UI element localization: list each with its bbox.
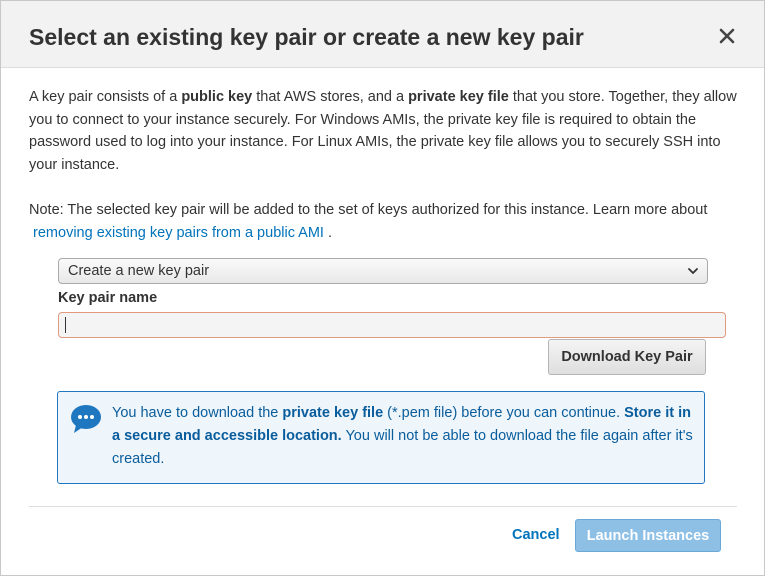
- close-icon[interactable]: [716, 25, 738, 47]
- footer-divider: [29, 506, 737, 507]
- intro-bold-private-key: private key file: [408, 89, 509, 105]
- info-text-part: You have to download the: [112, 405, 283, 421]
- chat-bubble-icon: [71, 405, 101, 433]
- dialog-header: Select an existing key pair or create a …: [1, 1, 764, 68]
- key-pair-dialog: Select an existing key pair or create a …: [0, 0, 765, 576]
- info-alert: You have to download the private key fil…: [57, 391, 705, 484]
- note-text: Note: The selected key pair will be adde…: [29, 202, 708, 218]
- note-end: .: [327, 225, 333, 241]
- remove-key-pairs-link[interactable]: removing existing key pairs from a publi…: [33, 225, 324, 241]
- text-caret: [65, 317, 66, 333]
- intro-bold-public-key: public key: [181, 89, 253, 105]
- key-pair-action-select[interactable]: Create a new key pair: [58, 258, 708, 284]
- launch-instances-button[interactable]: Launch Instances: [575, 519, 721, 552]
- info-text-part: (*.pem file) before you can continue.: [383, 405, 625, 421]
- key-pair-name-input[interactable]: [58, 312, 726, 338]
- info-text: You have to download the private key fil…: [112, 402, 700, 471]
- key-pair-name-label: Key pair name: [58, 290, 158, 306]
- intro-text: that AWS stores, and a: [252, 89, 409, 105]
- select-value: Create a new key pair: [68, 263, 210, 279]
- intro-paragraph: A key pair consists of a public key that…: [29, 86, 739, 176]
- info-bold-private-key: private key file: [282, 405, 384, 421]
- note-paragraph: Note: The selected key pair will be adde…: [29, 199, 739, 245]
- dialog-title: Select an existing key pair or create a …: [29, 24, 584, 50]
- cancel-button[interactable]: Cancel: [512, 527, 560, 543]
- intro-text: A key pair consists of a: [29, 89, 182, 105]
- chevron-down-icon: [688, 268, 698, 274]
- download-key-pair-button[interactable]: Download Key Pair: [548, 339, 706, 375]
